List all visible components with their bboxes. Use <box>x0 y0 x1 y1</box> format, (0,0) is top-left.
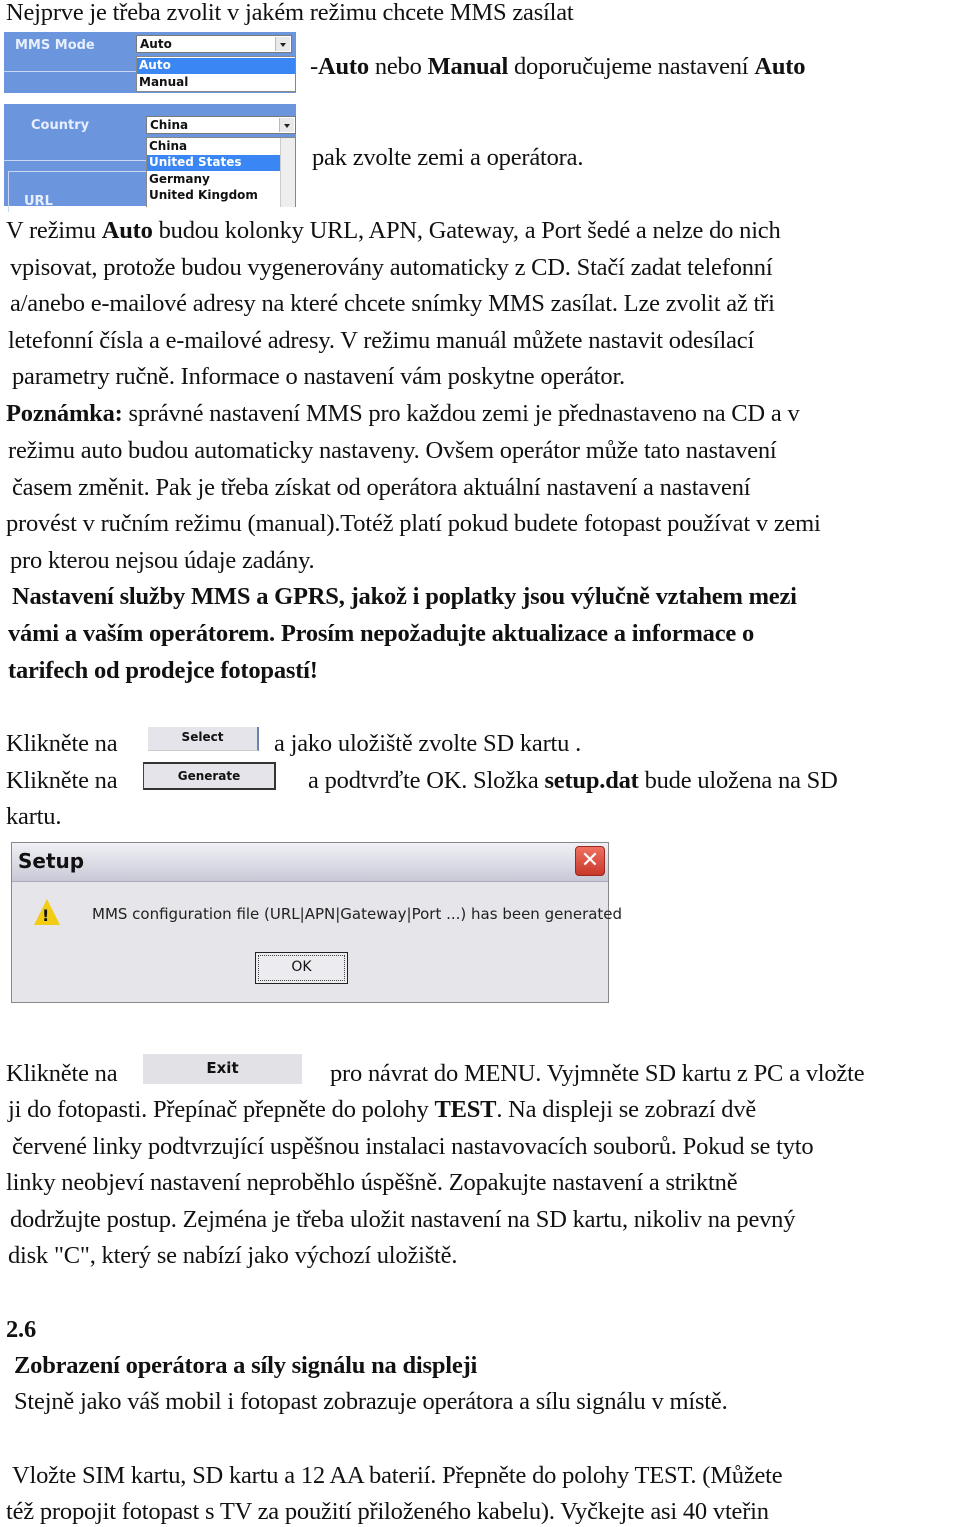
para1-line: V režimu Auto budou kolonky URL, APN, Ga… <box>6 216 781 246</box>
warning-line: tarifech od prodejce fotopastí! <box>8 657 318 684</box>
warning-icon-mark: ! <box>42 906 50 925</box>
section-line: též propojit fotopast s TV za použití př… <box>6 1498 769 1525</box>
mms-mode-option-auto[interactable]: Auto <box>137 58 295 74</box>
step-generate-text-l2: kartu. <box>6 803 62 830</box>
dialog-titlebar: Setup ✕ <box>12 843 608 882</box>
section-line: Vložte SIM kartu, SD kartu a 12 AA bater… <box>12 1462 783 1489</box>
para1-line: letefonní čísla a e-mailové adresy. V re… <box>8 327 755 354</box>
dropdown-scrollbar[interactable] <box>280 138 295 207</box>
country-select[interactable]: China <box>146 116 296 134</box>
step-generate-text: a podtvrďte OK. Složka setup.dat bude ul… <box>308 766 838 796</box>
para1-text: V režimu <box>6 217 102 244</box>
mode-hint-prefix: - <box>310 53 318 80</box>
note-text: správné nastavení MMS pro každou zemi je… <box>122 400 800 427</box>
setup-file-name: setup.dat <box>544 767 639 794</box>
step-select-text: a jako uložiště zvolte SD kartu . <box>274 730 582 757</box>
exit-step-text: ji do fotopasti. Přepínač přepněte do po… <box>8 1096 435 1123</box>
exit-step-line: dodržujte postup. Zejména je třeba uloži… <box>10 1206 796 1233</box>
mode-hint-rec: doporučujeme nastavení <box>508 53 755 80</box>
intro-text: Nejprve je třeba zvolit v jakém režimu c… <box>6 0 574 26</box>
warning-line: Nastavení služby MMS a GPRS, jakož i pop… <box>12 583 797 610</box>
mms-mode-select[interactable]: Auto <box>136 35 292 53</box>
dialog-title: Setup <box>18 849 85 873</box>
close-icon[interactable]: ✕ <box>575 846 605 876</box>
exit-step-text: . Na displeji se zobrazí dvě <box>496 1096 757 1123</box>
ok-button[interactable]: OK <box>255 952 348 984</box>
generate-button[interactable]: Generate <box>143 762 276 790</box>
note-line: režimu auto budou automaticky nastaveny.… <box>8 437 777 464</box>
mms-mode-option-manual[interactable]: Manual <box>137 75 295 91</box>
step-generate-text-a: a podtvrďte OK. Složka <box>308 767 545 794</box>
exit-step-line: linky neobjeví nastavení neproběhlo úspě… <box>6 1169 738 1196</box>
section-number: 2.6 <box>6 1316 37 1343</box>
step-generate-label: Klikněte na <box>6 767 118 794</box>
country-value: China <box>150 118 189 132</box>
step-generate-text-c: bude uložena na SD <box>638 767 838 794</box>
country-option[interactable]: United Kingdom <box>147 188 281 204</box>
exit-step-line: disk "C", který se nabízí jako výchozí u… <box>8 1242 458 1269</box>
exit-step-line: ji do fotopasti. Přepínač přepněte do po… <box>8 1095 756 1125</box>
note-line: provést v ručním režimu (manual).Totéž p… <box>6 510 821 537</box>
para1-line: a/anebo e-mailové adresy na které chcete… <box>10 290 775 317</box>
step-select-label: Klikněte na <box>6 730 118 757</box>
para1-line: vpisovat, protože budou vygenerovány aut… <box>10 254 773 281</box>
mms-mode-dropdown: Auto Manual <box>136 56 296 92</box>
section-title: Zobrazení operátora a síly signálu na di… <box>14 1352 478 1379</box>
country-option[interactable]: Germany <box>147 172 281 188</box>
exit-step-line: červené linky podtvrzující uspěšnou inst… <box>12 1133 814 1160</box>
chevron-down-icon[interactable] <box>275 37 290 51</box>
mode-hint: -Auto nebo Manual doporučujeme nastavení… <box>310 52 805 82</box>
mms-mode-value: Auto <box>140 37 172 51</box>
mode-hint-auto: Auto <box>317 53 369 80</box>
note-line: Poznámka: správné nastavení MMS pro každ… <box>6 399 800 429</box>
mms-mode-label: MMS Mode <box>15 38 95 53</box>
country-panel: Country URL China China United States Ge… <box>4 104 296 212</box>
exit-step-label: Klikněte na <box>6 1060 118 1087</box>
country-label: Country <box>31 118 90 133</box>
note-line: časem změnit. Pak je třeba získat od ope… <box>12 474 751 501</box>
setup-dialog: Setup ✕ ! MMS configuration file (URL|AP… <box>11 842 622 1003</box>
select-button[interactable]: Select <box>148 727 259 751</box>
exit-step-line: pro návrat do MENU. Vyjmněte SD kartu z … <box>330 1060 865 1087</box>
note-label: Poznámka: <box>6 400 123 427</box>
url-label: URL <box>24 194 53 209</box>
mode-hint-or: nebo <box>368 53 428 80</box>
country-option[interactable]: United States <box>147 155 281 171</box>
warning-line: vámi a vaším operátorem. Prosím nepožadu… <box>8 620 755 647</box>
chevron-down-icon[interactable] <box>279 118 294 132</box>
country-hint: pak zvolte zemi a operátora. <box>312 144 584 171</box>
exit-button[interactable]: Exit <box>143 1054 302 1084</box>
section-line: Stejně jako váš mobil i fotopast zobrazu… <box>14 1388 728 1415</box>
country-option[interactable]: China <box>147 139 281 155</box>
note-line: pro kterou nejsou údaje zadány. <box>10 547 315 574</box>
para1-text: budou kolonky URL, APN, Gateway, a Port … <box>152 217 781 244</box>
dialog-message: MMS configuration file (URL|APN|Gateway|… <box>92 905 623 923</box>
mode-hint-auto2: Auto <box>754 53 806 80</box>
para1-line: parametry ručně. Informace o nastavení v… <box>12 363 625 390</box>
para1-bold: Auto <box>101 217 153 244</box>
country-dropdown: China United States Germany United Kingd… <box>146 137 296 207</box>
mms-mode-panel: MMS Mode Auto Auto Manual <box>4 32 296 93</box>
mode-hint-manual: Manual <box>427 53 509 80</box>
test-mode-label: TEST <box>434 1096 497 1123</box>
